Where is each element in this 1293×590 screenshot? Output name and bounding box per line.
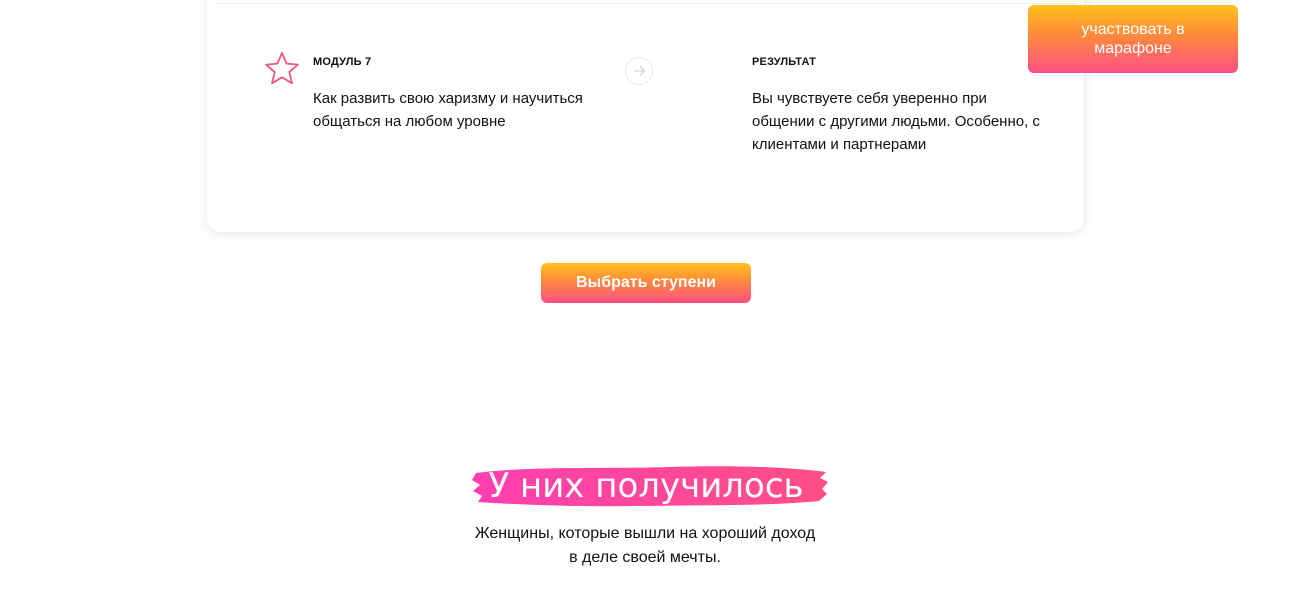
module-card: МОДУЛЬ 7 Как развить свою харизму и науч… [207,0,1084,232]
arrow-right-icon [625,57,653,85]
card-divider [215,3,1076,4]
star-icon [265,52,299,85]
page: МОДУЛЬ 7 Как развить свою харизму и науч… [0,0,1293,590]
module-description: Как развить свою харизму и научиться общ… [313,90,583,130]
result-column: РЕЗУЛЬТАТ Вы чувствуете себя уверенно пр… [752,56,1052,156]
module-column: МОДУЛЬ 7 Как развить свою харизму и науч… [313,56,613,133]
result-label: РЕЗУЛЬТАТ [752,56,817,68]
subtitle-line-1: Женщины, которые вышли на хороший доход [474,525,816,542]
subtitle-line-2: в деле своей мечты. [569,549,721,566]
section-title: У них получилось [488,466,804,506]
choose-steps-button[interactable]: Выбрать ступени [541,263,751,303]
join-marathon-label: участвовать в марафоне [1081,21,1185,57]
module-label: МОДУЛЬ 7 [313,56,372,68]
section-subtitle: Женщины, которые вышли на хороший доход … [445,522,845,570]
join-marathon-button[interactable]: участвовать в марафоне [1028,5,1238,73]
result-description: Вы чувствуете себя уверенно при общении … [752,90,1040,153]
